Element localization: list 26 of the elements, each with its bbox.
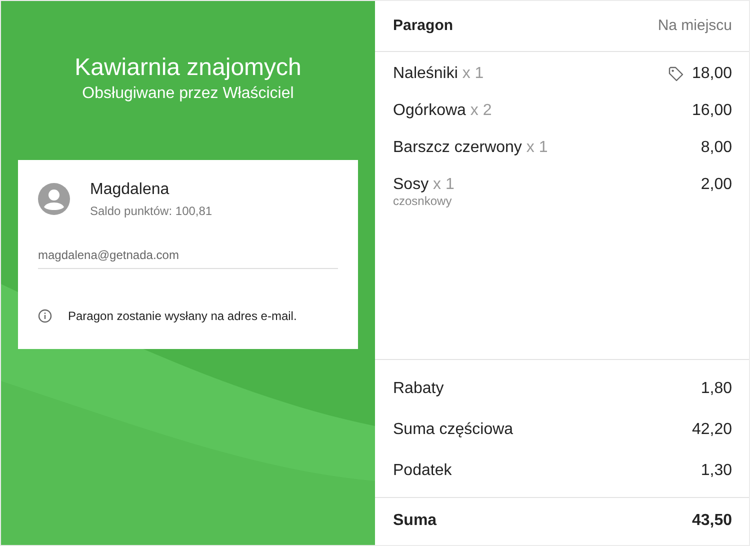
summary-label: Suma częściowa [393,420,514,440]
order-type: Na miejscu [658,16,732,36]
item-note: czosnkowy [393,192,453,210]
points-balance: Saldo punktów: 100,81 [90,203,212,220]
summary-label: Podatek [393,460,452,480]
summary-label: Rabaty [393,378,444,398]
summary-value: 1,80 [700,378,732,398]
total-value: 43,50 [692,511,732,531]
item-name: Sosy x 1 [393,174,454,194]
item-name: Barszcz czerwony x 1 [393,138,548,158]
item-name: Naleśniki x 1 [393,64,484,84]
customer-name: Magdalena [90,180,170,200]
store-name: Kawiarnia znajomych [74,53,302,83]
item-price: 2,00 [700,174,732,194]
info-icon [38,309,52,323]
served-by-text: Obsługiwane przez Właściciel [81,84,295,104]
receipt-title: Paragon [393,16,454,36]
item-price: 18,00 [692,64,732,84]
avatar-icon [38,183,70,215]
notice-text: Paragon zostanie wysłany na adres e-mail. [68,308,297,325]
item-name: Ogórkowa x 2 [393,100,492,120]
summary-value: 42,20 [692,420,732,440]
total-label: Suma [393,511,437,531]
summary-value: 1,30 [700,460,732,480]
item-price: 8,00 [700,138,732,158]
item-price: 16,00 [692,100,732,120]
